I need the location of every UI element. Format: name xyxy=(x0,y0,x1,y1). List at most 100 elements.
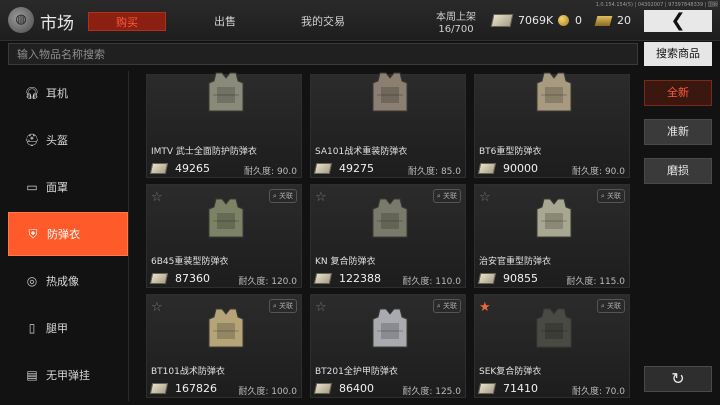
search-button[interactable]: 搜索商品 xyxy=(644,42,712,66)
item-price: 87360 xyxy=(149,272,210,285)
item-durability: 耐久度: 70.0 xyxy=(572,384,625,397)
sidebar-item-label: 热成像 xyxy=(46,275,79,288)
link-button[interactable]: ⌕ 关联 xyxy=(432,299,461,313)
body-armor-icon xyxy=(372,198,408,238)
cash-balance: 7069K xyxy=(490,14,554,27)
search-row: 搜索商品 xyxy=(8,42,712,67)
item-durability: 耐久度: 90.0 xyxy=(244,164,297,177)
item-name: 治安官重型防弹衣 xyxy=(479,257,552,267)
sidebar-item-3[interactable]: ⛨ 防弹衣 xyxy=(8,212,128,256)
item-price-value: 167826 xyxy=(175,382,217,395)
tab-sell[interactable]: 出售 xyxy=(186,12,264,31)
item-card[interactable]: ☆ ⌕ 关联 6B45重装型防弹衣 87360 耐久度: 120.0 xyxy=(146,184,302,288)
item-name: SA101战术重装防弹衣 xyxy=(315,147,408,157)
item-card[interactable]: ☆ ⌕ 关联 BT201全护甲防弹衣 86400 耐久度: 125.0 xyxy=(310,294,466,398)
link-button[interactable]: ⌕ 关联 xyxy=(268,189,297,203)
headphones-icon: 🎧︎ xyxy=(24,86,40,100)
sidebar-item-5[interactable]: ▯ 腿甲 xyxy=(8,306,128,350)
cash-icon xyxy=(477,163,497,174)
durability-value: 70.0 xyxy=(604,387,625,397)
body-armor-icon xyxy=(208,72,244,112)
top-nav: 购买 出售 我的交易 xyxy=(88,12,382,31)
durability-value: 125.0 xyxy=(435,387,461,397)
item-card[interactable]: IMTV 武士全面防护防弹衣 49265 耐久度: 90.0 xyxy=(146,72,302,178)
item-name: IMTV 武士全面防护防弹衣 xyxy=(151,147,257,157)
favorite-star-icon[interactable]: ☆ xyxy=(479,190,491,205)
sidebar-item-6[interactable]: ▤ 无甲弹挂 xyxy=(8,353,128,397)
cash-icon xyxy=(149,383,169,394)
item-card[interactable]: ☆ ⌕ 关联 KN 复合防弹衣 122388 耐久度: 110.0 xyxy=(310,184,466,288)
item-durability: 耐久度: 125.0 xyxy=(402,384,461,397)
filter-worn-button[interactable]: 磨损 xyxy=(644,158,712,184)
item-price: 86400 xyxy=(313,382,374,395)
item-card[interactable]: ☆ ⌕ 关联 BT101战术防弹衣 167826 耐久度: 100.0 xyxy=(146,294,302,398)
body-armor-icon xyxy=(536,72,572,112)
item-durability: 耐久度: 90.0 xyxy=(572,164,625,177)
durability-value: 90.0 xyxy=(276,167,297,177)
page-title: 市场 xyxy=(40,14,74,34)
sidebar-item-label: 面罩 xyxy=(46,181,68,194)
item-price: 167826 xyxy=(149,382,217,395)
favorite-star-icon[interactable]: ☆ xyxy=(315,300,327,315)
item-durability: 耐久度: 100.0 xyxy=(238,384,297,397)
body-armor-icon xyxy=(208,308,244,348)
item-name: 6B45重装型防弹衣 xyxy=(151,257,229,267)
refresh-button[interactable]: ↻ xyxy=(644,366,712,392)
durability-label: 耐久度: xyxy=(402,387,433,397)
sidebar-item-2[interactable]: ▭ 面罩 xyxy=(8,165,128,209)
item-name: SEK复合防弹衣 xyxy=(479,367,542,377)
body-armor-icon xyxy=(372,308,408,348)
item-price-value: 71410 xyxy=(503,382,538,395)
sidebar-item-0[interactable]: 🎧︎ 耳机 xyxy=(8,71,128,115)
link-button[interactable]: ⌕ 关联 xyxy=(596,189,625,203)
tab-buy[interactable]: 购买 xyxy=(88,12,166,31)
refresh-icon: ↻ xyxy=(671,369,685,388)
cash-amount: 7069K xyxy=(518,14,554,27)
tab-my-trades[interactable]: 我的交易 xyxy=(284,12,362,31)
sidebar-divider xyxy=(128,71,129,401)
favorite-star-icon[interactable]: ☆ xyxy=(315,190,327,205)
item-durability: 耐久度: 85.0 xyxy=(408,164,461,177)
item-card[interactable]: BT6重型防弹衣 90000 耐久度: 90.0 xyxy=(474,72,630,178)
vest-icon: ⛨ xyxy=(28,227,38,241)
item-card[interactable]: SA101战术重装防弹衣 49275 耐久度: 85.0 xyxy=(310,72,466,178)
version-string: 1.0.154.154(5) | 04302007 | 97397848339 … xyxy=(595,2,718,8)
weekly-listings-label: 本周上架 xyxy=(436,12,476,23)
back-button[interactable]: ❮ xyxy=(644,10,712,32)
item-name: BT6重型防弹衣 xyxy=(479,147,542,157)
filter-like-new-button[interactable]: 准新 xyxy=(644,119,712,145)
sidebar-item-label: 防弹衣 xyxy=(47,228,80,241)
item-card[interactable]: ☆ ⌕ 关联 治安官重型防弹衣 90855 耐久度: 115.0 xyxy=(474,184,630,288)
helmet-icon: ⛑︎ xyxy=(24,133,40,147)
thermal-icon: ◎ xyxy=(26,274,38,288)
link-button[interactable]: ⌕ 关联 xyxy=(268,299,297,313)
filter-new-button[interactable]: 全新 xyxy=(644,80,712,106)
weekly-listings: 本周上架 16/700 xyxy=(436,12,476,36)
item-price: 49275 xyxy=(313,162,374,175)
favorite-star-icon[interactable]: ★ xyxy=(479,300,491,315)
link-label: 关联 xyxy=(279,302,293,310)
cash-icon xyxy=(477,383,497,394)
item-name: BT101战术防弹衣 xyxy=(151,367,225,377)
sidebar-item-4[interactable]: ◎ 热成像 xyxy=(8,259,128,303)
sidebar-item-label: 腿甲 xyxy=(46,322,68,335)
mask-icon: ▭ xyxy=(26,180,38,194)
item-card[interactable]: ★ ⌕ 关联 SEK复合防弹衣 71410 耐久度: 70.0 xyxy=(474,294,630,398)
cash-icon xyxy=(313,273,333,284)
durability-value: 90.0 xyxy=(604,167,625,177)
cash-icon xyxy=(490,14,514,27)
item-price-value: 122388 xyxy=(339,272,381,285)
favorite-star-icon[interactable]: ☆ xyxy=(151,300,163,315)
durability-label: 耐久度: xyxy=(244,167,275,177)
durability-value: 115.0 xyxy=(599,277,625,287)
link-button[interactable]: ⌕ 关联 xyxy=(432,189,461,203)
item-durability: 耐久度: 110.0 xyxy=(402,274,461,287)
favorite-star-icon[interactable]: ☆ xyxy=(151,190,163,205)
sidebar-item-1[interactable]: ⛑︎ 头盔 xyxy=(8,118,128,162)
link-button[interactable]: ⌕ 关联 xyxy=(596,299,625,313)
body-armor-icon xyxy=(208,198,244,238)
link-label: 关联 xyxy=(443,302,457,310)
search-input[interactable] xyxy=(8,43,638,65)
durability-value: 120.0 xyxy=(271,277,297,287)
rig-icon: ▤ xyxy=(26,368,38,382)
